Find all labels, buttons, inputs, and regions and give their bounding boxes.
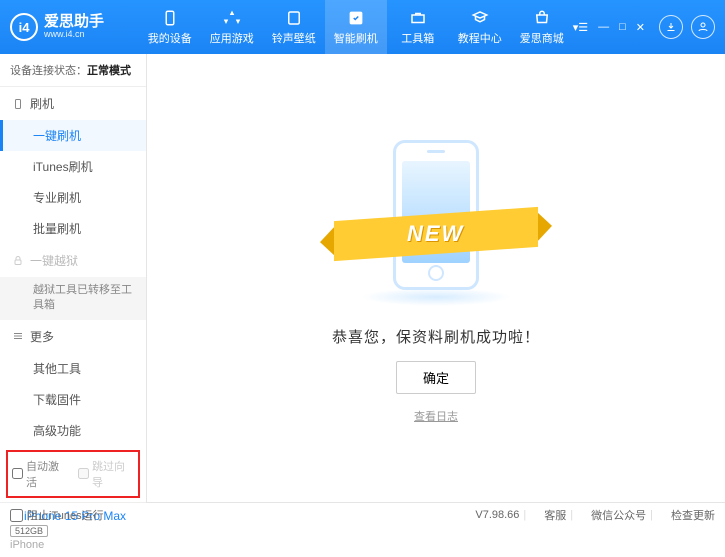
footer-wechat[interactable]: 微信公众号 <box>591 507 646 523</box>
close-icon[interactable]: ✕ <box>636 21 645 34</box>
view-log-link[interactable]: 查看日志 <box>414 408 458 424</box>
menu-icon[interactable]: ▾☰ <box>573 21 588 34</box>
logo-icon: i4 <box>10 13 38 41</box>
nav-my-device[interactable]: 我的设备 <box>139 0 201 54</box>
skip-guide-checkbox[interactable]: 跳过向导 <box>78 458 134 490</box>
app-logo: i4 爱思助手 www.i4.cn <box>10 13 139 41</box>
auto-activate-checkbox[interactable]: 自动激活 <box>12 458 68 490</box>
nav-smart-flash[interactable]: 智能刷机 <box>325 0 387 54</box>
nav-tutorials[interactable]: 教程中心 <box>449 0 511 54</box>
sidebar-item-advanced[interactable]: 高级功能 <box>0 415 146 446</box>
top-nav: 我的设备 应用游戏 铃声壁纸 智能刷机 工具箱 教程中心 爱思商城 <box>139 0 573 54</box>
app-url: www.i4.cn <box>44 30 104 40</box>
maximize-icon[interactable]: □ <box>619 21 626 34</box>
options-highlight-box: 自动激活 跳过向导 <box>6 450 140 498</box>
sidebar-item-download-firmware[interactable]: 下载固件 <box>0 384 146 415</box>
app-name: 爱思助手 <box>44 14 104 31</box>
nav-toolbox[interactable]: 工具箱 <box>387 0 449 54</box>
ok-button[interactable]: 确定 <box>396 361 476 394</box>
footer-support[interactable]: 客服 <box>544 507 566 523</box>
device-status: 设备连接状态：正常模式 <box>0 54 146 87</box>
footer-check-update[interactable]: 检查更新 <box>671 507 715 523</box>
sidebar-item-other-tools[interactable]: 其他工具 <box>0 353 146 384</box>
success-message: 恭喜您，保资料刷机成功啦！ <box>332 326 540 347</box>
block-itunes-checkbox[interactable]: 阻止iTunes运行 <box>10 507 104 523</box>
download-button[interactable] <box>659 15 683 39</box>
minimize-icon[interactable]: — <box>598 21 609 34</box>
nav-ringtones[interactable]: 铃声壁纸 <box>263 0 325 54</box>
jailbreak-note: 越狱工具已转移至工具箱 <box>0 277 146 320</box>
window-controls: ▾☰ — □ ✕ <box>573 21 645 34</box>
new-ribbon: NEW <box>334 207 538 261</box>
sidebar: 设备连接状态：正常模式 刷机 一键刷机 iTunes刷机 专业刷机 批量刷机 一… <box>0 54 147 502</box>
sidebar-item-batch-flash[interactable]: 批量刷机 <box>0 213 146 244</box>
sidebar-item-onekey-flash[interactable]: 一键刷机 <box>0 120 146 151</box>
nav-apps-games[interactable]: 应用游戏 <box>201 0 263 54</box>
sidebar-item-pro-flash[interactable]: 专业刷机 <box>0 182 146 213</box>
version-label: V7.98.66 <box>475 509 519 521</box>
nav-store[interactable]: 爱思商城 <box>511 0 573 54</box>
sidebar-item-itunes-flash[interactable]: iTunes刷机 <box>0 151 146 182</box>
group-more[interactable]: 更多 <box>0 320 146 353</box>
user-button[interactable] <box>691 15 715 39</box>
success-illustration: NEW <box>346 132 526 312</box>
group-flash[interactable]: 刷机 <box>0 87 146 120</box>
group-jailbreak: 一键越狱 <box>0 244 146 277</box>
main-content: NEW 恭喜您，保资料刷机成功啦！ 确定 查看日志 <box>147 54 725 502</box>
